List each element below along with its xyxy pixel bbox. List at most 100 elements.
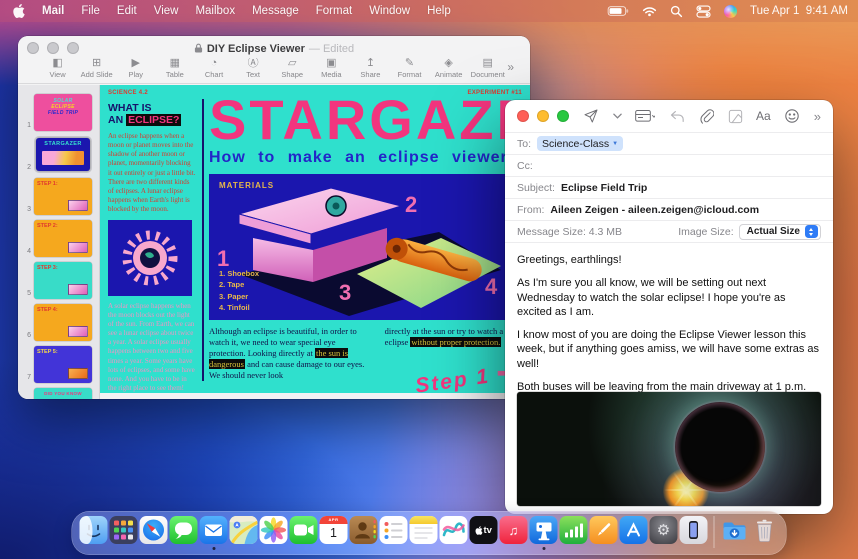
dock-pages[interactable] — [590, 516, 618, 544]
zoom-button[interactable] — [557, 110, 569, 122]
dock-iphone-mirroring[interactable] — [680, 516, 708, 544]
toolbar-play[interactable]: ▶Play — [116, 58, 155, 79]
toolbar-media[interactable]: ▣Media — [312, 58, 351, 79]
close-button[interactable] — [517, 110, 529, 122]
moon-disc — [675, 402, 765, 492]
battery-icon[interactable] — [607, 5, 629, 17]
toolbar-share[interactable]: ↥Share — [351, 58, 390, 79]
dock-numbers[interactable] — [560, 516, 588, 544]
attach-icon[interactable] — [699, 108, 714, 124]
menu-help[interactable]: Help — [427, 5, 451, 17]
materials-box: 1 2 3 4 MATERIALS 1. Shoebox 2. Tape 3. … — [209, 174, 509, 320]
dock-calendar[interactable]: APR1 — [320, 516, 348, 544]
thumbnail-art — [42, 151, 84, 165]
menu-clock[interactable]: Tue Apr 1 9:41 AM — [750, 5, 848, 17]
slide-thumbnail-8[interactable]: DID YOU KNOW — [34, 388, 92, 399]
dock-mail[interactable] — [200, 516, 228, 544]
minimize-button[interactable] — [47, 42, 59, 54]
send-options-chevron[interactable] — [613, 113, 622, 119]
menu-file[interactable]: File — [81, 5, 100, 17]
wifi-icon[interactable] — [642, 5, 657, 17]
toolbar-overflow-chevron[interactable]: » — [507, 58, 514, 74]
dock-settings[interactable]: ⚙ — [650, 516, 678, 544]
from-field[interactable]: From: Aileen Zeigen - aileen.zeigen@iclo… — [505, 199, 833, 221]
dock-launchpad[interactable] — [110, 516, 138, 544]
control-center-icon[interactable] — [696, 5, 711, 18]
menu-view[interactable]: View — [154, 5, 179, 17]
dock-facetime[interactable] — [290, 516, 318, 544]
slide-stargazer[interactable]: SCIENCE 4.2 EXPERIMENT #11 WHAT IS AN EC… — [100, 85, 530, 393]
slide-thumbnail-2-selected[interactable]: STARGAZER — [36, 138, 90, 171]
slide-canvas: SCIENCE 4.2 EXPERIMENT #11 WHAT IS AN EC… — [100, 85, 530, 399]
dock-freeform[interactable] — [440, 516, 468, 544]
dock-finder[interactable] — [80, 516, 108, 544]
dock-maps[interactable] — [230, 516, 258, 544]
format-text-button[interactable]: Aa — [756, 109, 771, 123]
dock-contacts[interactable] — [350, 516, 378, 544]
body-paragraph: I know most of you are doing the Eclipse… — [517, 328, 821, 371]
toolbar-document[interactable]: ▤Document — [468, 58, 507, 79]
minimize-button[interactable] — [537, 110, 549, 122]
image-size-select[interactable]: Actual Size — [739, 224, 821, 240]
slide-thumbnail-1[interactable]: SOLAR ECLIPSE FIELD TRIP — [34, 94, 92, 131]
search-icon[interactable] — [670, 5, 683, 18]
recipient-token[interactable]: Science-Class▼ — [537, 136, 623, 151]
chart-icon: ◔ — [211, 58, 218, 70]
emoji-icon[interactable] — [784, 108, 800, 124]
slide-eclipse-paragraph: An eclipse happens when a moon or planet… — [108, 132, 196, 214]
close-button[interactable] — [27, 42, 39, 54]
apple-menu[interactable] — [13, 4, 25, 18]
toolbar-shape[interactable]: ▱Shape — [273, 58, 312, 79]
zoom-button[interactable] — [67, 42, 79, 54]
menu-edit[interactable]: Edit — [117, 5, 137, 17]
header-fields-button[interactable] — [635, 109, 655, 124]
dock-photos[interactable] — [260, 516, 288, 544]
slide-thumbnail-6[interactable]: STEP 4: — [34, 304, 92, 341]
slide-thumbnail-5[interactable]: STEP 3: — [34, 262, 92, 299]
to-field[interactable]: To: Science-Class▼ — [505, 133, 833, 155]
dock-downloads[interactable] — [721, 516, 749, 544]
dock: APR1 tv ♫ ⚙ — [72, 511, 787, 555]
toolbar-view[interactable]: ◧View — [38, 58, 77, 79]
dock-appstore[interactable] — [620, 516, 648, 544]
body-paragraph: As I'm sure you all know, we will be set… — [517, 276, 821, 319]
siri-icon[interactable] — [724, 5, 737, 18]
menu-app-mail[interactable]: Mail — [42, 5, 64, 17]
dock-appletv[interactable]: tv — [470, 516, 498, 544]
slide-thumbnail-3[interactable]: STEP 1: — [34, 178, 92, 215]
stepper-icon — [805, 225, 818, 238]
menu-message[interactable]: Message — [252, 5, 299, 17]
dock-messages[interactable] — [170, 516, 198, 544]
menu-format[interactable]: Format — [316, 5, 352, 17]
chevron-down-icon: ▼ — [612, 141, 618, 147]
menu-window[interactable]: Window — [369, 5, 410, 17]
insert-photo-icon[interactable] — [728, 109, 743, 124]
dock-notes[interactable] — [410, 516, 438, 544]
cc-field[interactable]: Cc: — [505, 155, 833, 177]
dock-trash[interactable] — [751, 516, 779, 544]
toolbar-overflow-chevron[interactable]: » — [814, 109, 821, 124]
toolbar-animate[interactable]: ◈Animate — [429, 58, 468, 79]
eclipse-photo-attachment[interactable] — [517, 392, 821, 506]
reply-indicator-icon[interactable] — [669, 109, 686, 124]
dock-keynote[interactable] — [530, 516, 558, 544]
text-icon: Ⓐ — [248, 58, 259, 70]
dock-reminders[interactable] — [380, 516, 408, 544]
toolbar-format[interactable]: ✎Format — [390, 58, 429, 79]
selected-slide-highlight: STARGAZER — [34, 136, 92, 173]
toolbar-add-slide[interactable]: ⊞Add Slide — [77, 58, 116, 79]
media-icon: ▣ — [326, 58, 336, 70]
slide-thumbnail-4[interactable]: STEP 2: — [34, 220, 92, 257]
dock-music[interactable]: ♫ — [500, 516, 528, 544]
subject-field[interactable]: Subject: Eclipse Field Trip — [505, 177, 833, 199]
toolbar-chart[interactable]: ◔Chart — [194, 58, 233, 79]
send-button[interactable] — [583, 108, 599, 124]
slide-thumbnail-7[interactable]: STEP 5: — [34, 346, 92, 383]
window-title: DIY Eclipse Viewer — [207, 43, 305, 55]
toolbar-table[interactable]: ▦Table — [155, 58, 194, 79]
menu-mailbox[interactable]: Mailbox — [195, 5, 235, 17]
toolbar-text[interactable]: ⒶText — [234, 58, 273, 79]
dock-safari[interactable] — [140, 516, 168, 544]
slide-course-label: SCIENCE 4.2 — [108, 90, 148, 96]
shape-icon: ▱ — [288, 58, 296, 70]
